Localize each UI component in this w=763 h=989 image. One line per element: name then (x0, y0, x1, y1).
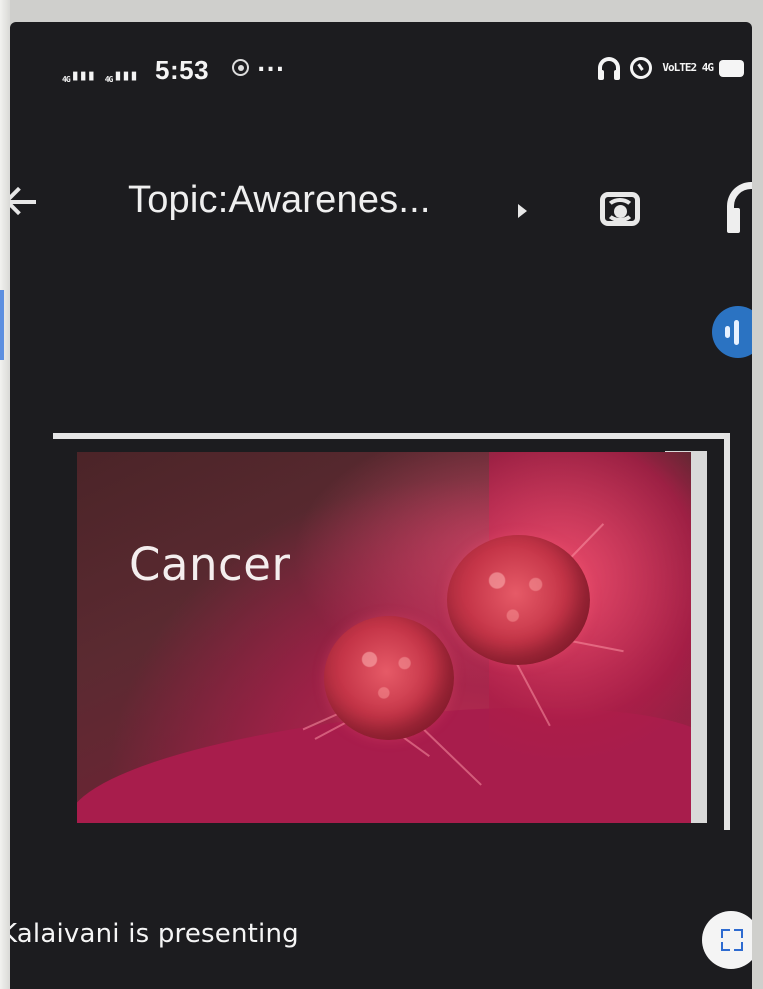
audio-level-bar-2 (734, 320, 739, 345)
cancer-cell-image (447, 535, 590, 665)
meeting-title[interactable]: Topic:Awarenes... (128, 179, 431, 222)
screenshot-photo: 4G ▮▮▮ 4G ▮▮▮ 5:53 ... VoLTE2 4G Topic:Awa… (0, 0, 763, 989)
meeting-screen: 4G ▮▮▮ 4G ▮▮▮ 5:53 ... VoLTE2 4G Topic:Awa… (10, 22, 752, 989)
audio-level-bar-1 (725, 326, 730, 338)
chevron-right-icon[interactable] (518, 204, 527, 218)
fullscreen-corner-bottom-left (721, 942, 730, 951)
meeting-top-bar: Topic:Awarenes... (10, 142, 752, 252)
alarm-icon (630, 57, 653, 79)
slide-top-border (53, 433, 729, 439)
switch-camera-icon[interactable] (594, 182, 648, 236)
overflow-dots: ... (257, 52, 286, 77)
left-photo-edge (0, 0, 10, 989)
signal-label-2: 4G (104, 75, 114, 84)
fullscreen-corner-top-right (734, 929, 743, 938)
back-arrow-icon[interactable] (10, 185, 37, 219)
audio-level-icon (712, 306, 752, 358)
cancer-slide-image: Cancer (77, 452, 691, 823)
fullscreen-button[interactable] (702, 911, 752, 969)
fullscreen-corner-top-left (721, 929, 730, 938)
camera-lens-icon (614, 205, 627, 218)
status-bar: 4G ▮▮▮ 4G ▮▮▮ 5:53 ... VoLTE2 4G (10, 22, 752, 122)
network-label: VoLTE2 4G (662, 61, 714, 74)
fullscreen-icon (721, 929, 743, 951)
presentation-bottom-bar: Kalaivani is presenting (10, 897, 752, 989)
shared-slide-frame[interactable]: Cancer (53, 433, 732, 831)
whatsapp-icon (232, 59, 249, 76)
slide-right-border (724, 433, 730, 830)
headphones-icon[interactable] (723, 182, 752, 237)
cancer-cell-image (324, 616, 454, 740)
presenter-label: Kalaivani is presenting (10, 919, 299, 949)
status-time: 5:53 (155, 55, 210, 85)
fullscreen-corner-bottom-right (734, 942, 743, 951)
battery-icon (719, 59, 744, 77)
slide-title: Cancer (129, 538, 291, 591)
headphones-icon (598, 57, 621, 80)
left-edge-blue-accent (0, 290, 4, 360)
right-status-icons: VoLTE2 4G (598, 57, 744, 80)
signal-label-1: 4G (62, 75, 71, 84)
signal-indicator-1: 4G ▮▮▮ (62, 66, 96, 84)
signal-indicator-2: 4G ▮▮▮ (104, 66, 139, 84)
cell-fiber (516, 663, 551, 727)
signal-indicators: 4G ▮▮▮ 4G ▮▮▮ (62, 60, 139, 84)
